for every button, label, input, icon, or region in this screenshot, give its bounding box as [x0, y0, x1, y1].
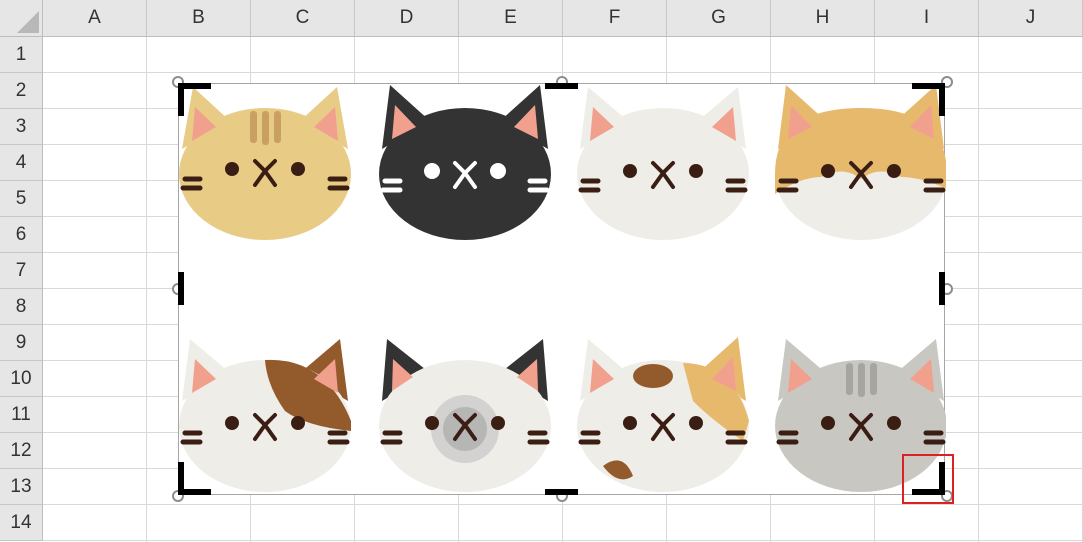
row-header-10[interactable]: 10: [0, 361, 43, 397]
row-header-1[interactable]: 1: [0, 37, 43, 73]
brown-patch-cat: [179, 339, 351, 492]
row-header-4[interactable]: 4: [0, 145, 43, 181]
column-header-i[interactable]: I: [875, 0, 979, 37]
siamese-cat: [379, 339, 551, 492]
calico-cat: [577, 337, 749, 492]
cats-picture[interactable]: [178, 83, 946, 495]
column-header-g[interactable]: G: [667, 0, 771, 37]
row-header-8[interactable]: 8: [0, 289, 43, 325]
row-header-9[interactable]: 9: [0, 325, 43, 361]
column-header-c[interactable]: C: [251, 0, 355, 37]
row-header-7[interactable]: 7: [0, 253, 43, 289]
row-header-2[interactable]: 2: [0, 73, 43, 109]
column-header-e[interactable]: E: [459, 0, 563, 37]
select-all-button[interactable]: [0, 0, 43, 37]
column-header-d[interactable]: D: [355, 0, 459, 37]
row-header-13[interactable]: 13: [0, 469, 43, 505]
row-gridline: [43, 540, 1083, 541]
highlight-box: [902, 454, 954, 504]
column-gridline: [978, 37, 979, 542]
row-header-11[interactable]: 11: [0, 397, 43, 433]
column-header-a[interactable]: A: [43, 0, 147, 37]
row-header-6[interactable]: 6: [0, 217, 43, 253]
column-header-f[interactable]: F: [563, 0, 667, 37]
orange-white-cat: [775, 85, 946, 240]
column-header-b[interactable]: B: [147, 0, 251, 37]
cats-illustration: [179, 85, 946, 492]
select-all-triangle-icon: [17, 11, 39, 33]
black-cat: [379, 85, 551, 240]
row-gridline: [43, 504, 1083, 505]
row-gridline: [43, 72, 1083, 73]
row-header-12[interactable]: 12: [0, 433, 43, 469]
column-header-j[interactable]: J: [979, 0, 1083, 37]
tabby-cat: [179, 87, 351, 240]
row-header-14[interactable]: 14: [0, 505, 43, 541]
row-header-5[interactable]: 5: [0, 181, 43, 217]
column-gridline: [146, 37, 147, 542]
row-header-3[interactable]: 3: [0, 109, 43, 145]
column-header-h[interactable]: H: [771, 0, 875, 37]
white-cat: [577, 87, 749, 240]
